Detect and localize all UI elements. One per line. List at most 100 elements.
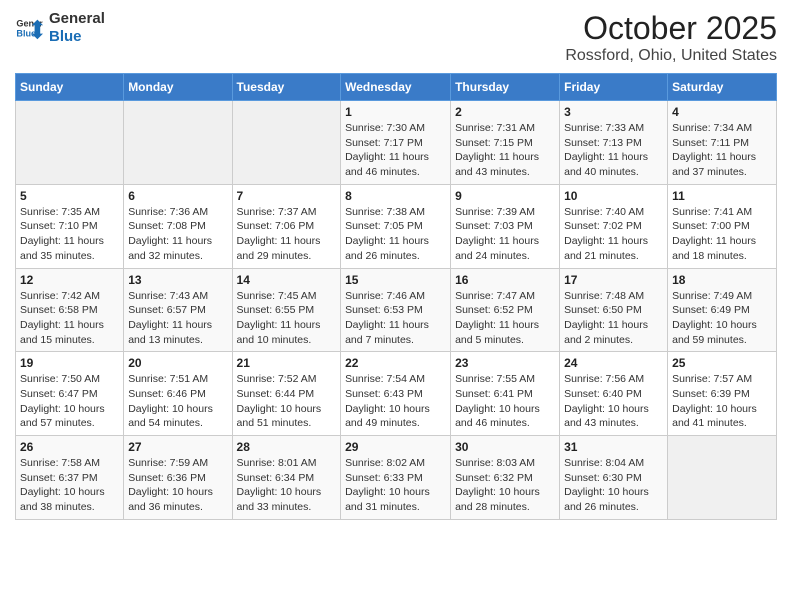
day-number: 14	[237, 273, 337, 287]
calendar-cell	[232, 101, 341, 185]
weekday-row: SundayMondayTuesdayWednesdayThursdayFrid…	[16, 74, 777, 101]
weekday-header: Thursday	[451, 74, 560, 101]
day-info: Sunrise: 7:39 AM Sunset: 7:03 PM Dayligh…	[455, 205, 555, 264]
day-number: 18	[672, 273, 772, 287]
day-number: 12	[20, 273, 119, 287]
day-number: 7	[237, 189, 337, 203]
calendar-cell: 12 Sunrise: 7:42 AM Sunset: 6:58 PM Dayli…	[16, 268, 124, 352]
day-info: Sunrise: 7:54 AM Sunset: 6:43 PM Dayligh…	[345, 372, 446, 431]
weekday-header: Monday	[124, 74, 232, 101]
day-info: Sunrise: 7:36 AM Sunset: 7:08 PM Dayligh…	[128, 205, 227, 264]
calendar-body: 1 Sunrise: 7:30 AM Sunset: 7:17 PM Daylig…	[16, 101, 777, 520]
day-info: Sunrise: 7:59 AM Sunset: 6:36 PM Dayligh…	[128, 456, 227, 515]
calendar-cell: 8 Sunrise: 7:38 AM Sunset: 7:05 PM Daylig…	[341, 184, 451, 268]
day-info: Sunrise: 8:02 AM Sunset: 6:33 PM Dayligh…	[345, 456, 446, 515]
calendar-cell: 6 Sunrise: 7:36 AM Sunset: 7:08 PM Daylig…	[124, 184, 232, 268]
day-info: Sunrise: 7:56 AM Sunset: 6:40 PM Dayligh…	[564, 372, 663, 431]
day-number: 1	[345, 105, 446, 119]
calendar-week-row: 19Sunrise: 7:50 AM Sunset: 6:47 PM Dayli…	[16, 352, 777, 436]
day-number: 5	[20, 189, 119, 203]
svg-text:Blue: Blue	[16, 28, 36, 38]
calendar-cell: 28 Sunrise: 8:01 AM Sunset: 6:34 PM Dayli…	[232, 436, 341, 520]
day-number: 8	[345, 189, 446, 203]
weekday-header: Wednesday	[341, 74, 451, 101]
day-number: 9	[455, 189, 555, 203]
calendar-cell: 10 Sunrise: 7:40 AM Sunset: 7:02 PM Dayli…	[560, 184, 668, 268]
day-info: Sunrise: 7:43 AM Sunset: 6:57 PM Dayligh…	[128, 289, 227, 348]
calendar-title: October 2025	[565, 10, 777, 47]
day-number: 10	[564, 189, 663, 203]
calendar-header: SundayMondayTuesdayWednesdayThursdayFrid…	[16, 74, 777, 101]
calendar-cell	[16, 101, 124, 185]
day-info: Sunrise: 7:49 AM Sunset: 6:49 PM Dayligh…	[672, 289, 772, 348]
calendar-cell: 2 Sunrise: 7:31 AM Sunset: 7:15 PM Daylig…	[451, 101, 560, 185]
day-info: Sunrise: 7:37 AM Sunset: 7:06 PM Dayligh…	[237, 205, 337, 264]
day-info: Sunrise: 7:31 AM Sunset: 7:15 PM Dayligh…	[455, 121, 555, 180]
day-info: Sunrise: 7:34 AM Sunset: 7:11 PM Dayligh…	[672, 121, 772, 180]
day-info: Sunrise: 7:35 AM Sunset: 7:10 PM Dayligh…	[20, 205, 119, 264]
day-info: Sunrise: 8:01 AM Sunset: 6:34 PM Dayligh…	[237, 456, 337, 515]
calendar-cell	[124, 101, 232, 185]
day-info: Sunrise: 7:45 AM Sunset: 6:55 PM Dayligh…	[237, 289, 337, 348]
day-info: Sunrise: 7:48 AM Sunset: 6:50 PM Dayligh…	[564, 289, 663, 348]
day-info: Sunrise: 7:58 AM Sunset: 6:37 PM Dayligh…	[20, 456, 119, 515]
calendar-cell: 26 Sunrise: 7:58 AM Sunset: 6:37 PM Dayli…	[16, 436, 124, 520]
calendar-cell: 19Sunrise: 7:50 AM Sunset: 6:47 PM Dayli…	[16, 352, 124, 436]
day-info: Sunrise: 7:38 AM Sunset: 7:05 PM Dayligh…	[345, 205, 446, 264]
calendar-week-row: 1 Sunrise: 7:30 AM Sunset: 7:17 PM Daylig…	[16, 101, 777, 185]
calendar-cell: 31 Sunrise: 8:04 AM Sunset: 6:30 PM Dayli…	[560, 436, 668, 520]
day-number: 19	[20, 356, 119, 370]
day-info: Sunrise: 7:33 AM Sunset: 7:13 PM Dayligh…	[564, 121, 663, 180]
calendar-cell: 15 Sunrise: 7:46 AM Sunset: 6:53 PM Dayli…	[341, 268, 451, 352]
calendar-week-row: 12 Sunrise: 7:42 AM Sunset: 6:58 PM Dayli…	[16, 268, 777, 352]
page-header: General Blue General Blue October 2025 R…	[15, 10, 777, 65]
day-info: Sunrise: 7:57 AM Sunset: 6:39 PM Dayligh…	[672, 372, 772, 431]
calendar-cell: 30Sunrise: 8:03 AM Sunset: 6:32 PM Dayli…	[451, 436, 560, 520]
day-number: 31	[564, 440, 663, 454]
day-number: 15	[345, 273, 446, 287]
calendar-cell: 3 Sunrise: 7:33 AM Sunset: 7:13 PM Daylig…	[560, 101, 668, 185]
day-number: 16	[455, 273, 555, 287]
day-info: Sunrise: 7:41 AM Sunset: 7:00 PM Dayligh…	[672, 205, 772, 264]
day-info: Sunrise: 7:51 AM Sunset: 6:46 PM Dayligh…	[128, 372, 227, 431]
logo-text-blue: Blue	[49, 28, 105, 46]
calendar-subtitle: Rossford, Ohio, United States	[565, 47, 777, 65]
calendar-cell: 27 Sunrise: 7:59 AM Sunset: 6:36 PM Dayli…	[124, 436, 232, 520]
day-number: 23	[455, 356, 555, 370]
calendar-cell: 17Sunrise: 7:48 AM Sunset: 6:50 PM Dayli…	[560, 268, 668, 352]
calendar-cell: 21Sunrise: 7:52 AM Sunset: 6:44 PM Dayli…	[232, 352, 341, 436]
day-info: Sunrise: 7:40 AM Sunset: 7:02 PM Dayligh…	[564, 205, 663, 264]
calendar-cell: 20 Sunrise: 7:51 AM Sunset: 6:46 PM Dayli…	[124, 352, 232, 436]
weekday-header: Friday	[560, 74, 668, 101]
day-number: 20	[128, 356, 227, 370]
calendar-cell: 18 Sunrise: 7:49 AM Sunset: 6:49 PM Dayli…	[668, 268, 777, 352]
calendar-cell: 11Sunrise: 7:41 AM Sunset: 7:00 PM Dayli…	[668, 184, 777, 268]
calendar-week-row: 26 Sunrise: 7:58 AM Sunset: 6:37 PM Dayli…	[16, 436, 777, 520]
calendar-cell: 1 Sunrise: 7:30 AM Sunset: 7:17 PM Daylig…	[341, 101, 451, 185]
day-number: 6	[128, 189, 227, 203]
day-number: 2	[455, 105, 555, 119]
calendar-cell: 25 Sunrise: 7:57 AM Sunset: 6:39 PM Dayli…	[668, 352, 777, 436]
calendar-cell: 5 Sunrise: 7:35 AM Sunset: 7:10 PM Daylig…	[16, 184, 124, 268]
day-number: 27	[128, 440, 227, 454]
calendar-cell: 23 Sunrise: 7:55 AM Sunset: 6:41 PM Dayli…	[451, 352, 560, 436]
day-number: 4	[672, 105, 772, 119]
calendar-cell: 9 Sunrise: 7:39 AM Sunset: 7:03 PM Daylig…	[451, 184, 560, 268]
day-info: Sunrise: 8:04 AM Sunset: 6:30 PM Dayligh…	[564, 456, 663, 515]
day-info: Sunrise: 7:55 AM Sunset: 6:41 PM Dayligh…	[455, 372, 555, 431]
calendar-cell: 13 Sunrise: 7:43 AM Sunset: 6:57 PM Dayli…	[124, 268, 232, 352]
day-number: 13	[128, 273, 227, 287]
day-number: 25	[672, 356, 772, 370]
weekday-header: Saturday	[668, 74, 777, 101]
calendar-cell: 29Sunrise: 8:02 AM Sunset: 6:33 PM Dayli…	[341, 436, 451, 520]
day-info: Sunrise: 7:46 AM Sunset: 6:53 PM Dayligh…	[345, 289, 446, 348]
logo-text-general: General	[49, 10, 105, 28]
day-number: 28	[237, 440, 337, 454]
calendar-cell	[668, 436, 777, 520]
calendar-cell: 14 Sunrise: 7:45 AM Sunset: 6:55 PM Dayli…	[232, 268, 341, 352]
calendar-cell: 22Sunrise: 7:54 AM Sunset: 6:43 PM Dayli…	[341, 352, 451, 436]
day-info: Sunrise: 7:30 AM Sunset: 7:17 PM Dayligh…	[345, 121, 446, 180]
day-number: 26	[20, 440, 119, 454]
day-number: 3	[564, 105, 663, 119]
day-info: Sunrise: 7:42 AM Sunset: 6:58 PM Dayligh…	[20, 289, 119, 348]
